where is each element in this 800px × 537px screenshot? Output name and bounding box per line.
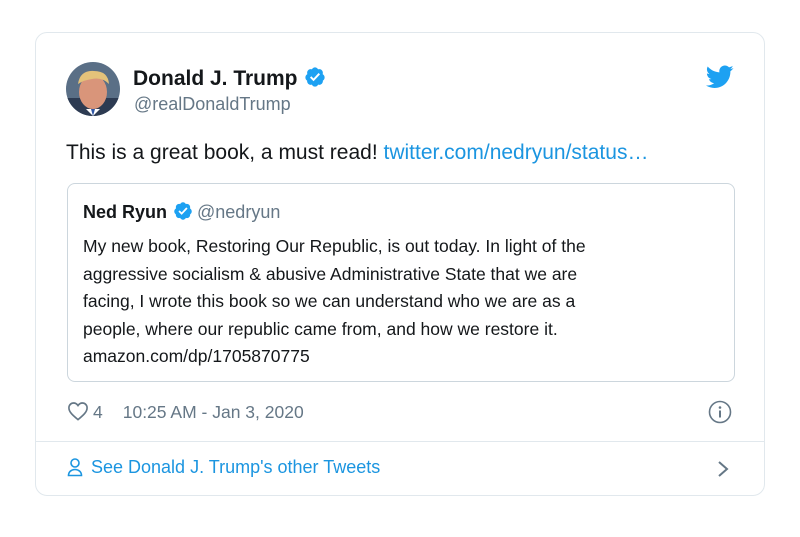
quoted-tweet[interactable]: Ned Ryun @nedryun My new book, Restoring…: [67, 183, 735, 382]
twitter-bird-icon[interactable]: [706, 65, 734, 89]
tweet-text: This is a great book, a must read! twitt…: [66, 141, 648, 165]
author-name[interactable]: Donald J. Trump: [133, 66, 326, 91]
heart-icon[interactable]: [67, 401, 89, 421]
embedded-tweet-card: Donald J. Trump @realDonaldTrump This is…: [35, 32, 765, 496]
quoted-tweet-header: Ned Ryun @nedryun: [83, 201, 280, 223]
quoted-tweet-link[interactable]: amazon.com/dp/1705870775: [83, 343, 723, 371]
see-other-tweets-link[interactable]: See Donald J. Trump's other Tweets: [67, 457, 380, 478]
tweet-timestamp[interactable]: 10:25 AM - Jan 3, 2020: [123, 402, 304, 422]
person-icon: [67, 458, 83, 477]
like-count[interactable]: 4: [93, 402, 103, 422]
verified-badge-icon: [174, 202, 192, 220]
divider: [36, 441, 764, 442]
verified-badge-icon: [304, 67, 325, 87]
tweet-link[interactable]: twitter.com/nedryun/status…: [384, 141, 649, 164]
chevron-right-icon[interactable]: [716, 459, 730, 479]
quoted-author-name: Ned Ryun: [83, 202, 168, 222]
author-name-text[interactable]: Donald J. Trump: [133, 67, 298, 90]
quoted-tweet-line: My new book, Restoring Our Republic, is …: [83, 236, 586, 256]
tweet-text-body: This is a great book, a must read!: [66, 141, 378, 164]
quoted-tweet-body: My new book, Restoring Our Republic, is …: [83, 233, 723, 371]
avatar-photo-icon: [66, 62, 120, 116]
author-avatar[interactable]: [66, 62, 120, 116]
author-handle[interactable]: @realDonaldTrump: [134, 94, 291, 115]
quoted-author-handle: @nedryun: [197, 202, 281, 222]
quoted-tweet-line: facing, I wrote this book so we can unde…: [83, 291, 576, 311]
quoted-tweet-line: people, where our republic came from, an…: [83, 318, 558, 339]
quoted-tweet-line: aggressive socialism & abusive Administr…: [83, 263, 578, 284]
info-icon[interactable]: [708, 400, 732, 424]
see-other-tweets-label[interactable]: See Donald J. Trump's other Tweets: [91, 457, 380, 477]
tweet-meta: 4 10:25 AM - Jan 3, 2020: [67, 401, 304, 423]
